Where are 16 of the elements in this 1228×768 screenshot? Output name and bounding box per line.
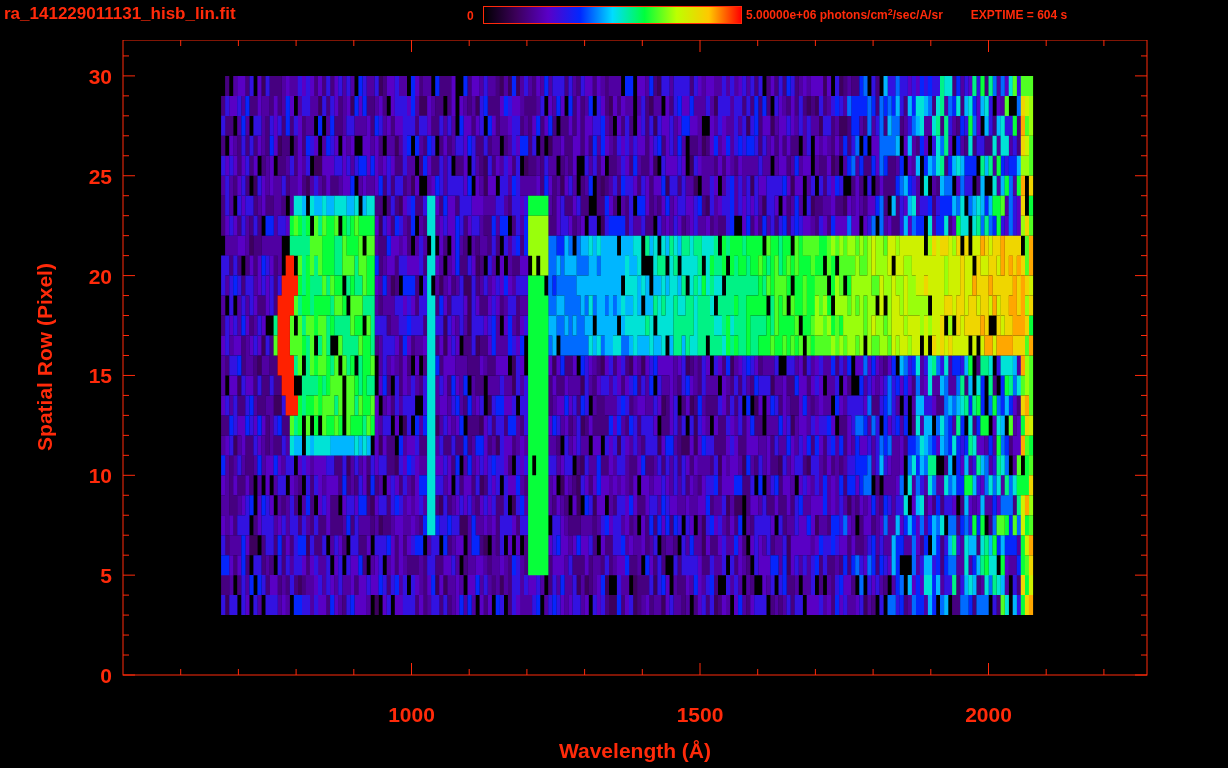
y-tick-label: 0 bbox=[100, 664, 112, 687]
x-tick-label: 2000 bbox=[965, 703, 1012, 726]
y-axis-label: Spatial Row (Pixel) bbox=[33, 263, 56, 451]
x-tick-label: 1000 bbox=[388, 703, 435, 726]
y-tick-label: 15 bbox=[88, 364, 112, 388]
y-tick-label: 25 bbox=[88, 164, 112, 188]
y-tick-label: 30 bbox=[88, 64, 112, 88]
colorbar-min-label: 0 bbox=[467, 8, 475, 25]
y-tick-label: 10 bbox=[88, 464, 112, 488]
y-tick-label: 20 bbox=[88, 264, 112, 288]
exposure-time: EXPTIME = 604 s bbox=[970, 7, 1068, 23]
y-tick-label: 5 bbox=[100, 564, 112, 588]
x-axis-label: Wavelength (Å) bbox=[558, 739, 712, 762]
colorbar-max-label: 5.00000e+06 photons/cm$^{2}$/sec/A/sr bbox=[746, 7, 943, 23]
x-tick-label: 1500 bbox=[676, 703, 724, 726]
file-title: ra_141229011131_hisb_lin.fit bbox=[4, 4, 237, 24]
